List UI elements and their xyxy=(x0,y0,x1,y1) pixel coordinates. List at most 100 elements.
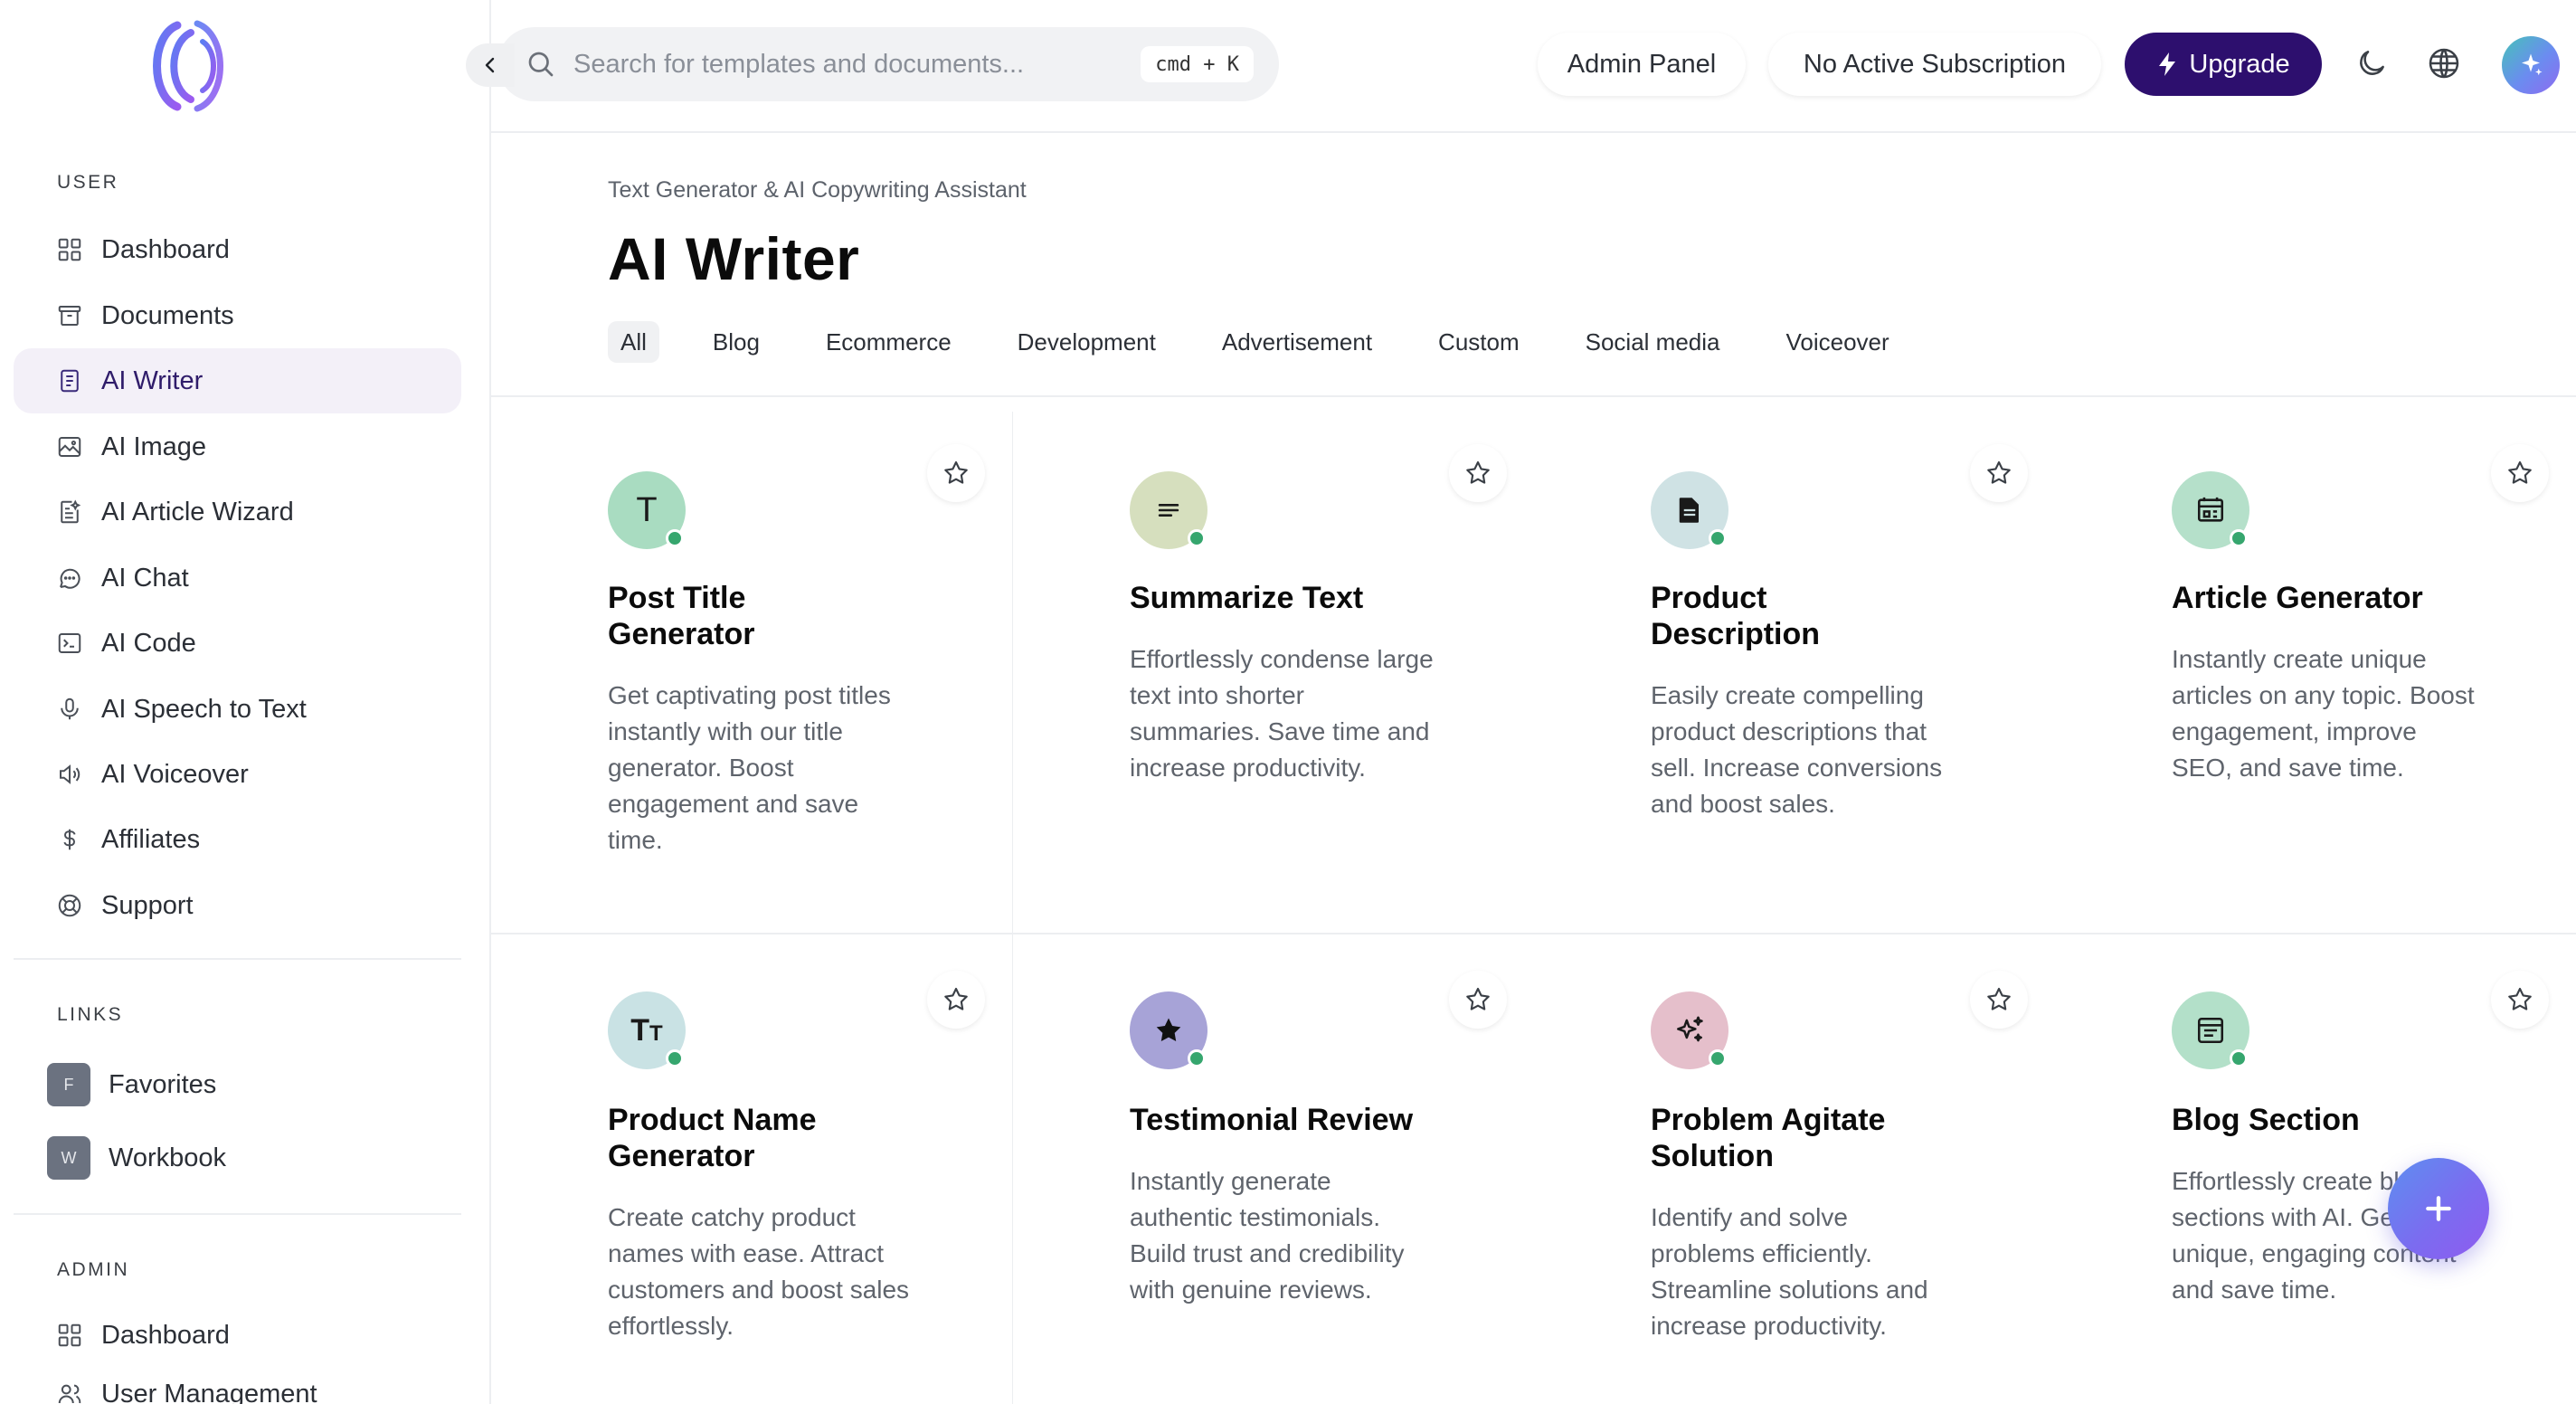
link-label: Favorites xyxy=(109,1069,217,1099)
favorite-star-icon[interactable] xyxy=(1970,444,2028,502)
sidebar-item-ai-writer[interactable]: AI Writer xyxy=(14,348,461,413)
tab-blog[interactable]: Blog xyxy=(700,321,772,363)
card-title: Blog Section xyxy=(2172,1103,2360,1137)
sidebar-item-label: Support xyxy=(101,890,194,920)
admin-panel-button[interactable]: Admin Panel xyxy=(1538,33,1746,96)
card-description: Instantly generate authentic testimonial… xyxy=(1130,1167,1405,1304)
search-icon xyxy=(525,48,557,81)
sidebar-item-affiliates[interactable]: Affiliates xyxy=(14,807,461,872)
card-description: Get captivating post titles instantly wi… xyxy=(608,681,891,854)
template-card-summarize-text[interactable]: Summarize Text Effortlessly condense lar… xyxy=(1013,397,1534,933)
tab-social-media[interactable]: Social media xyxy=(1573,321,1733,363)
status-dot xyxy=(1709,529,1727,547)
sidebar-item-label: AI Image xyxy=(101,432,207,461)
sidebar-item-ai-chat[interactable]: AI Chat xyxy=(14,545,461,611)
tab-ecommerce[interactable]: Ecommerce xyxy=(813,321,964,363)
favorite-star-icon[interactable] xyxy=(1449,444,1507,502)
template-card-blog-section[interactable]: Blog Section Effortlessly create blog se… xyxy=(2055,934,2576,1404)
sidebar-divider xyxy=(14,1213,461,1215)
subscription-button[interactable]: No Active Subscription xyxy=(1768,33,2101,96)
star-icon xyxy=(1130,991,1208,1069)
speaker-icon xyxy=(54,759,85,790)
globe-icon xyxy=(2426,45,2462,81)
lifebuoy-icon xyxy=(54,890,85,921)
card-title: Article Generator xyxy=(2172,581,2423,615)
card-title: Testimonial Review xyxy=(1130,1103,1414,1137)
dashboard-icon xyxy=(54,1320,85,1351)
tab-custom[interactable]: Custom xyxy=(1425,321,1532,363)
sidebar-item-label: Dashboard xyxy=(101,234,230,264)
favorite-star-icon[interactable] xyxy=(2491,444,2549,502)
chat-icon xyxy=(54,563,85,593)
category-tabs: All Blog Ecommerce Development Advertise… xyxy=(608,321,1943,363)
sidebar-item-ai-article-wizard[interactable]: AI Article Wizard xyxy=(14,479,461,545)
breadcrumb: Text Generator & AI Copywriting Assistan… xyxy=(608,177,1027,203)
collapse-sidebar-button[interactable] xyxy=(466,43,515,87)
file-icon xyxy=(1651,471,1728,549)
sidebar-item-ai-code[interactable]: AI Code xyxy=(14,611,461,676)
sidebar-item-dashboard[interactable]: Dashboard xyxy=(14,217,461,282)
template-card-product-name-generator[interactable]: TT Product Name Generator Create catchy … xyxy=(491,934,1012,1404)
document-icon xyxy=(54,365,85,396)
sidebar-item-ai-voiceover[interactable]: AI Voiceover xyxy=(14,742,461,807)
card-title: Product Name Generator xyxy=(608,1103,817,1173)
upgrade-button[interactable]: Upgrade xyxy=(2125,33,2322,96)
sidebar-item-admin-dashboard[interactable]: Dashboard xyxy=(14,1303,461,1368)
favorite-star-icon[interactable] xyxy=(1449,971,1507,1029)
user-avatar[interactable] xyxy=(2502,36,2560,94)
moon-icon xyxy=(2354,46,2389,81)
favorite-star-icon[interactable] xyxy=(1970,971,2028,1029)
card-title: Post Title Generator xyxy=(608,581,755,651)
dark-mode-toggle[interactable] xyxy=(2352,43,2391,83)
section-label-links: LINKS xyxy=(57,1004,124,1025)
status-dot xyxy=(1188,529,1206,547)
sidebar-divider xyxy=(14,958,461,960)
sidebar-item-label: AI Article Wizard xyxy=(101,497,294,526)
link-label: Workbook xyxy=(109,1143,227,1172)
favorite-star-icon[interactable] xyxy=(927,444,985,502)
search-bar[interactable]: Search for templates and documents... cm… xyxy=(497,27,1279,101)
tab-all[interactable]: All xyxy=(608,321,659,363)
card-title: Problem Agitate Solution xyxy=(1651,1103,1886,1173)
template-card-post-title-generator[interactable]: T Post Title Generator Get captivating p… xyxy=(491,397,1012,933)
status-dot xyxy=(666,1049,684,1067)
status-dot xyxy=(2230,1049,2248,1067)
template-card-problem-agitate-solution[interactable]: Problem Agitate Solution Identify and so… xyxy=(1534,934,2055,1404)
create-new-button[interactable] xyxy=(2388,1158,2489,1259)
dollar-icon xyxy=(54,824,85,855)
sidebar-item-ai-speech-to-text[interactable]: AI Speech to Text xyxy=(14,677,461,742)
card-description: Identify and solve problems efficiently.… xyxy=(1651,1203,1928,1340)
lightning-icon xyxy=(2156,52,2189,77)
sparkle-icon xyxy=(2517,52,2544,79)
sidebar-item-ai-image[interactable]: AI Image xyxy=(14,414,461,479)
template-card-article-generator[interactable]: Article Generator Instantly create uniqu… xyxy=(2055,397,2576,933)
section-label-admin: ADMIN xyxy=(57,1259,130,1280)
tab-development[interactable]: Development xyxy=(1005,321,1169,363)
template-card-product-description[interactable]: Product Description Easily create compel… xyxy=(1534,397,2055,933)
terminal-icon xyxy=(54,628,85,659)
font-size-icon: TT xyxy=(608,991,686,1069)
sidebar-item-user-management[interactable]: User Management xyxy=(14,1361,461,1404)
favorite-star-icon[interactable] xyxy=(2491,971,2549,1029)
status-dot xyxy=(1188,1049,1206,1067)
app-logo[interactable] xyxy=(141,16,235,116)
sidebar-item-support[interactable]: Support xyxy=(14,873,461,938)
tab-voiceover[interactable]: Voiceover xyxy=(1773,321,1901,363)
tab-advertisement[interactable]: Advertisement xyxy=(1209,321,1385,363)
favorite-star-icon[interactable] xyxy=(927,971,985,1029)
upgrade-label: Upgrade xyxy=(2189,49,2290,79)
sidebar-item-label: AI Code xyxy=(101,628,196,658)
template-card-testimonial-review[interactable]: Testimonial Review Instantly generate au… xyxy=(1013,934,1534,1404)
article-icon xyxy=(2172,471,2249,549)
dashboard-icon xyxy=(54,234,85,265)
sidebar-item-label: Dashboard xyxy=(101,1320,230,1350)
language-selector[interactable] xyxy=(2424,43,2464,83)
sidebar-item-documents[interactable]: Documents xyxy=(14,283,461,348)
link-item-favorites[interactable]: F Favorites xyxy=(47,1063,216,1106)
sidebar-item-label: AI Writer xyxy=(101,365,204,395)
microphone-icon xyxy=(54,694,85,725)
card-title: Summarize Text xyxy=(1130,581,1364,615)
link-item-workbook[interactable]: W Workbook xyxy=(47,1136,226,1180)
article-wizard-icon xyxy=(54,497,85,527)
text-lines-icon xyxy=(1130,471,1208,549)
